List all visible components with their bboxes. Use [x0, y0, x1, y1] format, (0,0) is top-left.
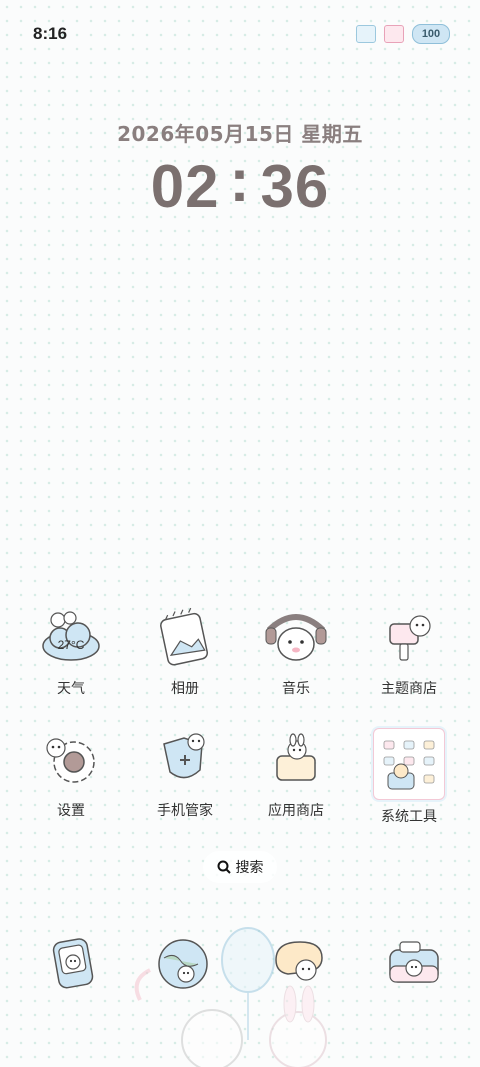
battery-indicator: 100: [412, 24, 450, 44]
status-time: 8:16: [33, 24, 68, 43]
settings-gear-icon: [38, 728, 104, 794]
app-label: 系统工具: [381, 809, 437, 825]
app-system-tools-folder[interactable]: 系统工具: [354, 728, 464, 826]
phone-manager-shield-icon: [152, 728, 218, 794]
app-label: 天气: [57, 681, 85, 697]
app-label: 音乐: [282, 681, 310, 697]
weather-icon: 27°C: [38, 606, 104, 672]
clock-hour: 02: [150, 153, 220, 220]
notification-gallery-icon: [384, 25, 404, 43]
browser-globe-icon: [158, 939, 208, 989]
status-icons: 100: [356, 24, 450, 44]
dock: [0, 930, 480, 1000]
camera-icon: [389, 941, 439, 983]
search-label: 搜索: [235, 860, 264, 876]
clock: 02:36: [0, 147, 480, 221]
date-text: 2026年05月15日 星期五: [117, 122, 363, 146]
app-gallery[interactable]: 相册: [130, 606, 240, 698]
app-label: 主题商店: [381, 681, 437, 697]
app-music[interactable]: 音乐: [241, 606, 351, 698]
app-phone-manager[interactable]: 手机管家: [130, 728, 240, 820]
clock-minute: 36: [260, 153, 330, 220]
dock-messages[interactable]: [266, 930, 332, 996]
app-label: 设置: [57, 803, 85, 819]
gallery-icon: [152, 606, 218, 672]
app-store-bag-icon: [263, 728, 329, 794]
app-theme-store[interactable]: 主题商店: [354, 606, 464, 698]
search-icon: [217, 860, 231, 874]
weather-temp: 27°C: [58, 638, 85, 652]
clock-colon: :: [229, 147, 251, 214]
app-label: 手机管家: [157, 803, 213, 819]
dock-camera[interactable]: [382, 930, 448, 996]
system-tools-folder-icon: [373, 728, 445, 800]
phone-dialer-icon: [52, 938, 94, 989]
search-button[interactable]: 搜索: [203, 851, 277, 883]
app-settings[interactable]: 设置: [16, 728, 126, 820]
app-app-store[interactable]: 应用商店: [241, 728, 351, 820]
app-weather[interactable]: 27°C 天气: [16, 606, 126, 698]
notification-app-icon: [356, 25, 376, 43]
dock-browser[interactable]: [150, 930, 216, 996]
app-label: 应用商店: [268, 803, 324, 819]
status-bar: 8:16 100: [0, 0, 480, 70]
dock-phone[interactable]: [42, 930, 108, 996]
theme-store-icon: [376, 606, 442, 672]
messages-bubble-icon: [275, 941, 323, 981]
app-label: 相册: [171, 681, 199, 697]
music-icon: [263, 606, 329, 672]
